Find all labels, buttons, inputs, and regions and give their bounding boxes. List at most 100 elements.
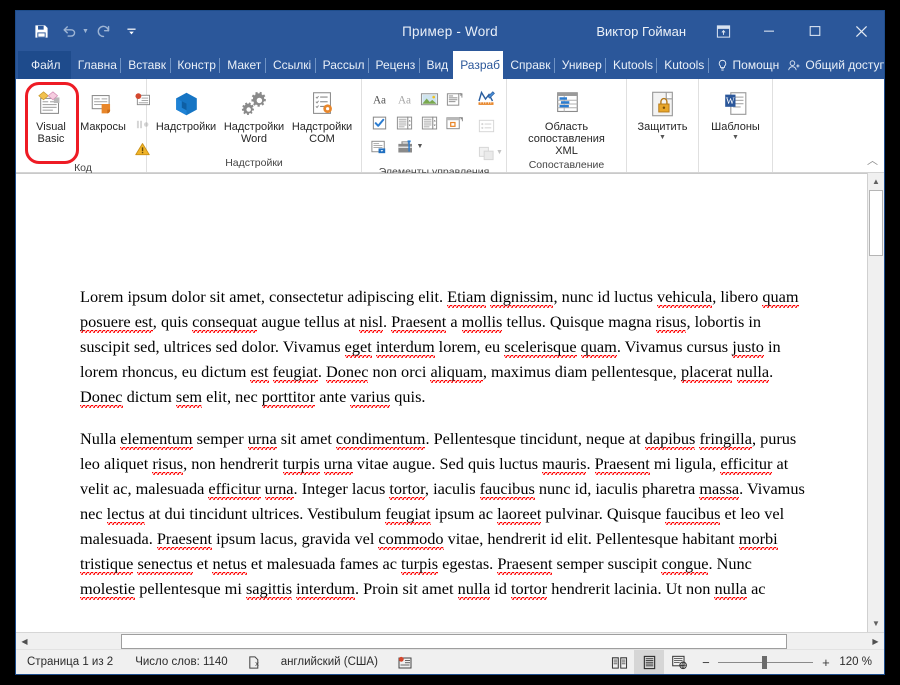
protect-caret-icon[interactable]: ▼ xyxy=(659,135,666,141)
tab-universal[interactable]: Универ xyxy=(555,51,605,79)
print-layout-button[interactable] xyxy=(634,650,664,674)
tab-review[interactable]: Реценз xyxy=(369,51,419,79)
proofing-errors-icon[interactable]: x xyxy=(239,650,270,674)
com-addins-button[interactable]: Надстройки COM xyxy=(288,83,356,146)
minimize-icon[interactable] xyxy=(746,11,792,51)
read-mode-button[interactable] xyxy=(604,650,634,674)
misspelled-word: elementum xyxy=(120,429,192,450)
save-icon[interactable] xyxy=(28,18,54,44)
document-template-label: Шаблоны xyxy=(711,121,760,133)
zoom-out-button[interactable]: − xyxy=(700,655,711,670)
addins-store-icon xyxy=(171,87,202,121)
tab-mailings[interactable]: Рассыл xyxy=(316,51,368,79)
tab-developer[interactable]: Разраб xyxy=(453,51,503,79)
addins-store-button[interactable]: Надстройки xyxy=(152,83,220,134)
checkbox-content-control-button[interactable] xyxy=(367,111,392,135)
horizontal-scroll-track[interactable] xyxy=(33,633,867,650)
misspelled-word: nisl xyxy=(359,312,383,333)
tab-tell-me[interactable]: Помощн xyxy=(709,51,781,79)
undo-icon[interactable] xyxy=(56,18,82,44)
zoom-in-button[interactable]: + xyxy=(820,655,831,670)
tab-kutools-plus[interactable]: Kutools xyxy=(657,51,707,79)
protect-document-button[interactable]: Защитить ▼ xyxy=(631,83,695,142)
zoom-slider[interactable] xyxy=(718,662,813,663)
misspelled-word: nulla xyxy=(737,362,770,383)
visual-basic-icon xyxy=(35,87,67,121)
scroll-up-icon[interactable]: ▲ xyxy=(868,173,884,190)
tab-references[interactable]: Ссылкі xyxy=(266,51,315,79)
maximize-icon[interactable] xyxy=(792,11,838,51)
misspelled-word: interdum xyxy=(296,579,355,600)
group-button[interactable]: ▼ xyxy=(473,141,507,165)
collapse-ribbon-icon[interactable]: ︿ xyxy=(867,152,878,168)
word-count[interactable]: Число слов: 1140 xyxy=(124,650,238,674)
controls-row-3: ▼ xyxy=(367,135,467,159)
tab-file[interactable]: Файл xyxy=(18,51,71,79)
zoom-level[interactable]: 120 % xyxy=(839,656,884,668)
misspelled-word: dapibus xyxy=(645,429,696,450)
misspelled-word: vehicula xyxy=(657,287,712,308)
tab-design[interactable]: Констр xyxy=(170,51,219,79)
word-addins-button[interactable]: Надстройки Word xyxy=(220,83,288,146)
tab-insert[interactable]: Вставк xyxy=(121,51,169,79)
document-pane[interactable]: Lorem ipsum dolor sit amet, consectetur … xyxy=(16,173,867,632)
vertical-scrollbar[interactable]: ▲ ▼ xyxy=(867,173,884,632)
tab-share[interactable]: Общий доступ xyxy=(780,51,884,79)
zoom-control[interactable]: − + xyxy=(694,655,839,670)
legacy-tools-caret-icon[interactable]: ▼ xyxy=(417,144,424,150)
xml-mapping-pane-button[interactable]: Область сопоставления XML xyxy=(512,83,621,158)
zoom-slider-knob[interactable] xyxy=(762,656,767,669)
document-template-button[interactable]: W Шаблоны ▼ xyxy=(703,83,769,142)
tab-kutools[interactable]: Kutools xyxy=(606,51,656,79)
misspelled-word: eget xyxy=(345,337,372,358)
combo-box-content-control-button[interactable] xyxy=(392,111,417,135)
macros-button[interactable]: Макросы xyxy=(79,83,127,134)
tab-view[interactable]: Вид xyxy=(419,51,453,79)
drop-down-list-content-control-button[interactable] xyxy=(417,111,442,135)
misspelled-word: congue xyxy=(661,554,708,575)
date-picker-content-control-button[interactable] xyxy=(442,111,467,135)
design-mode-button[interactable] xyxy=(473,87,499,111)
vertical-scroll-track[interactable] xyxy=(868,190,884,615)
undo-dropdown-caret-icon[interactable]: ▼ xyxy=(82,28,89,35)
paragraph-1: Lorem ipsum dolor sit amet, consectetur … xyxy=(80,284,809,409)
group-label-templates xyxy=(699,156,772,172)
scroll-left-icon[interactable]: ◀ xyxy=(16,633,33,650)
misspelled-word: tortor xyxy=(511,579,547,600)
web-layout-button[interactable] xyxy=(664,650,694,674)
tab-help[interactable]: Справк xyxy=(503,51,553,79)
misspelled-word: aliquam xyxy=(430,362,482,383)
scroll-down-icon[interactable]: ▼ xyxy=(868,615,884,632)
properties-button[interactable] xyxy=(473,114,499,138)
macro-recording-icon[interactable] xyxy=(389,650,421,674)
horizontal-scroll-thumb[interactable] xyxy=(121,634,787,649)
horizontal-scrollbar[interactable]: ◀ ▶ xyxy=(16,632,884,649)
document-page[interactable]: Lorem ipsum dolor sit amet, consectetur … xyxy=(16,174,867,632)
repeating-section-content-control-button[interactable] xyxy=(367,135,392,159)
misspelled-word: justo xyxy=(732,337,764,358)
vertical-scroll-thumb[interactable] xyxy=(869,190,883,256)
redo-icon[interactable] xyxy=(91,18,117,44)
group-caret-icon[interactable]: ▼ xyxy=(496,150,503,156)
rich-text-content-control-button[interactable]: Aa xyxy=(367,87,392,111)
misspelled-word: commodo xyxy=(378,529,443,550)
legacy-tools-button[interactable]: ▼ xyxy=(392,135,428,159)
customize-qat-icon[interactable] xyxy=(119,18,145,44)
templates-caret-icon[interactable]: ▼ xyxy=(732,135,739,141)
picture-content-control-button[interactable] xyxy=(417,87,442,111)
document-template-icon: W xyxy=(720,87,751,121)
tab-layout[interactable]: Макет xyxy=(220,51,265,79)
svg-text:W: W xyxy=(726,97,735,107)
plain-text-content-control-button[interactable]: Aa xyxy=(392,87,417,111)
building-block-gallery-control-button[interactable] xyxy=(442,87,467,111)
ribbon-display-options-icon[interactable] xyxy=(700,11,746,51)
account-name[interactable]: Виктор Гойман xyxy=(596,24,700,39)
language-indicator[interactable]: английский (США) xyxy=(270,650,389,674)
misspelled-word: efficitur xyxy=(720,454,772,475)
tab-home[interactable]: Главна xyxy=(71,51,121,79)
status-bar-right: − + 120 % xyxy=(604,650,884,674)
visual-basic-button[interactable]: Visual Basic xyxy=(25,83,77,146)
page-indicator[interactable]: Страница 1 из 2 xyxy=(16,650,124,674)
close-icon[interactable] xyxy=(838,11,884,51)
scroll-right-icon[interactable]: ▶ xyxy=(867,633,884,650)
